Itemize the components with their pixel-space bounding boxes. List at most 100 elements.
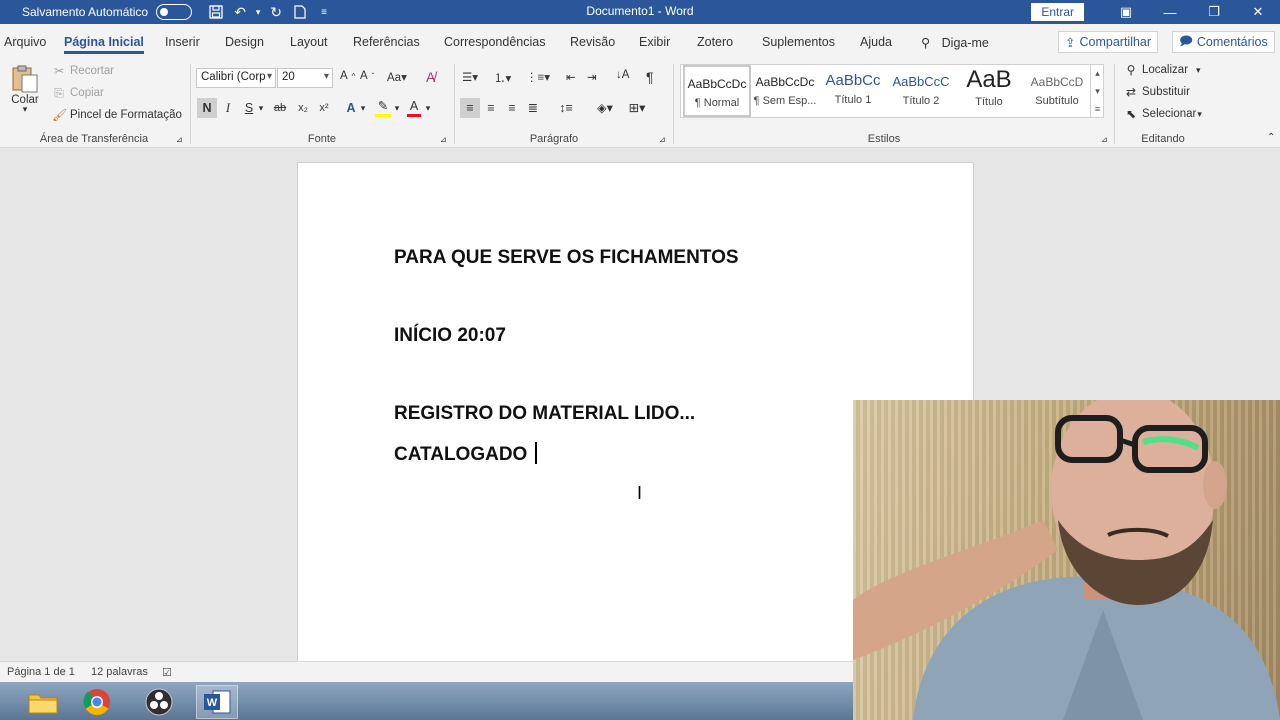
search-icon: ⚲ — [1126, 63, 1136, 77]
line-spacing-icon[interactable]: ↕≡ — [553, 98, 579, 118]
restore-icon[interactable]: ❐ — [1192, 0, 1236, 24]
numbering-icon[interactable]: ⒈▾ — [494, 70, 511, 86]
chrome-icon[interactable] — [76, 685, 118, 719]
find-button[interactable]: ⚲ Localizar ▾ — [1124, 63, 1201, 77]
style-sample: AaB — [966, 66, 1012, 93]
font-color-icon[interactable]: A — [404, 98, 424, 118]
doc-line-catalog: CATALOGADO — [394, 442, 537, 466]
tell-me-search[interactable]: ⚲ Diga-me — [921, 35, 989, 50]
file-explorer-icon[interactable] — [22, 685, 64, 719]
autosave-toggle[interactable] — [156, 4, 193, 20]
replace-button[interactable]: ⇄ Substituir — [1124, 85, 1190, 99]
tab-ajuda[interactable]: Ajuda — [860, 35, 892, 49]
proofing-icon[interactable]: ☑ — [162, 666, 172, 679]
decrease-indent-icon[interactable]: ⇤ — [566, 70, 576, 84]
style-no-spacing[interactable]: AaBbCcDc ¶ Sem Esp... — [751, 65, 819, 117]
style-subtitle[interactable]: AaBbCcD Subtítulo — [1023, 65, 1091, 117]
tab-referencias[interactable]: Referências — [353, 35, 420, 49]
undo-icon[interactable]: ↶ — [230, 2, 250, 22]
obs-icon[interactable] — [138, 685, 180, 719]
more-styles-icon[interactable]: ≡ — [1095, 104, 1100, 114]
ribbon-display-options-icon[interactable]: ▣ — [1104, 0, 1148, 24]
cut-label: Recortar — [70, 65, 115, 77]
separator — [454, 64, 455, 144]
strikethrough-button[interactable]: ab — [270, 98, 290, 118]
tab-design[interactable]: Design — [225, 35, 264, 49]
bullets-icon[interactable]: ☰▾ — [462, 70, 478, 84]
word-icon[interactable]: W — [196, 685, 238, 719]
copy-button[interactable]: ⎘ Copiar — [52, 86, 104, 100]
scissors-icon: ✂ — [53, 64, 65, 78]
style-title[interactable]: AaB Título — [955, 65, 1023, 117]
shrink-font-icon[interactable]: Aˇ — [360, 70, 374, 82]
tab-zotero[interactable]: Zotero — [697, 35, 733, 49]
shading-icon[interactable]: ◈▾ — [592, 98, 618, 118]
align-right-icon[interactable]: ≡ — [502, 98, 522, 118]
highlight-color-icon[interactable]: ✎ — [373, 98, 393, 118]
format-painter-button[interactable]: 🖌 Pincel de Formatação — [52, 108, 182, 122]
style-normal[interactable]: AaBbCcDc ¶ Normal — [683, 65, 751, 117]
chevron-up-icon[interactable]: ▴ — [1095, 68, 1100, 79]
new-document-icon[interactable] — [290, 2, 310, 22]
sort-icon[interactable]: ↓A — [616, 69, 629, 81]
minimize-icon[interactable]: — — [1148, 0, 1192, 24]
style-heading-1[interactable]: AaBbCc Título 1 — [819, 65, 887, 117]
style-name: ¶ Normal — [694, 97, 740, 109]
word-count[interactable]: 12 palavras — [91, 666, 148, 678]
style-heading-2[interactable]: AaBbCcC Título 2 — [887, 65, 955, 117]
underline-dropdown-icon[interactable]: ▾ — [256, 98, 266, 118]
paragraph-launcher-icon[interactable]: ⊿ — [659, 135, 666, 144]
undo-dropdown-icon[interactable]: ▾ — [254, 2, 262, 22]
clear-formatting-icon[interactable]: A̸ — [426, 69, 435, 85]
highlight-dropdown-icon[interactable]: ▾ — [392, 98, 402, 118]
italic-button[interactable]: I — [218, 98, 238, 118]
styles-launcher-icon[interactable]: ⊿ — [1101, 135, 1108, 144]
borders-icon[interactable]: ⊞▾ — [624, 98, 650, 118]
bold-button[interactable]: N — [197, 98, 217, 118]
subscript-icon[interactable]: x₂ — [293, 98, 313, 118]
tab-layout[interactable]: Layout — [290, 35, 328, 49]
tab-exibir[interactable]: Exibir — [639, 35, 670, 49]
quick-access-toolbar: ↶ ▾ ↻ ≡ — [206, 2, 334, 22]
select-button[interactable]: ⬉ Selecionar ▾ — [1124, 107, 1202, 121]
text-effects-dropdown-icon[interactable]: ▾ — [358, 98, 368, 118]
align-left-icon[interactable]: ≡ — [460, 98, 480, 118]
clipboard-launcher-icon[interactable]: ⊿ — [176, 135, 183, 144]
page-count[interactable]: Página 1 de 1 — [7, 666, 75, 678]
close-icon[interactable]: ✕ — [1236, 0, 1280, 24]
sign-in-button[interactable]: Entrar — [1031, 3, 1084, 21]
font-launcher-icon[interactable]: ⊿ — [440, 135, 447, 144]
change-case-icon[interactable]: Aa▾ — [387, 70, 407, 84]
superscript-icon[interactable]: x² — [314, 98, 334, 118]
cut-button[interactable]: ✂ Recortar — [52, 64, 114, 78]
tab-inserir[interactable]: Inserir — [165, 35, 200, 49]
ribbon-home: Colar ▾ ✂ Recortar ⎘ Copiar 🖌 Pincel de … — [0, 60, 1280, 148]
styles-scroll[interactable]: ▴ ▾ ≡ — [1090, 64, 1104, 118]
save-icon[interactable] — [206, 2, 226, 22]
doc-line-record: REGISTRO DO MATERIAL LIDO... — [394, 403, 696, 424]
tab-arquivo[interactable]: Arquivo — [4, 35, 46, 49]
tab-suplementos[interactable]: Suplementos — [762, 35, 835, 49]
paste-button[interactable]: Colar ▾ — [10, 64, 40, 115]
tab-correspondencias[interactable]: Correspondências — [444, 35, 545, 49]
justify-icon[interactable]: ≣ — [523, 98, 543, 118]
comments-button[interactable]: 🗩 Comentários — [1172, 31, 1275, 53]
multilevel-list-icon[interactable]: ⋮≡▾ — [526, 70, 550, 84]
separator — [1114, 64, 1115, 144]
font-color-dropdown-icon[interactable]: ▾ — [423, 98, 433, 118]
share-button[interactable]: ⇪ Compartilhar — [1058, 31, 1159, 53]
editing-group-label: Editando — [1141, 133, 1185, 145]
style-sample: AaBbCcD — [1030, 75, 1084, 89]
align-center-icon[interactable]: ≡ — [481, 98, 501, 118]
show-formatting-marks-icon[interactable]: ¶ — [646, 69, 654, 85]
redo-icon[interactable]: ↻ — [266, 2, 286, 22]
font-size-select[interactable]: 20 — [277, 68, 333, 88]
tab-pagina-inicial[interactable]: Página Inicial — [64, 35, 144, 54]
tab-revisao[interactable]: Revisão — [570, 35, 615, 49]
font-family-select[interactable]: Calibri (Corp — [196, 68, 276, 88]
chevron-down-icon[interactable]: ▾ — [1095, 86, 1100, 97]
collapse-ribbon-icon[interactable]: ⌃ — [1267, 132, 1275, 143]
customize-toolbar-icon[interactable]: ≡ — [314, 2, 334, 22]
grow-font-icon[interactable]: A ^ — [340, 70, 355, 82]
increase-indent-icon[interactable]: ⇥ — [587, 70, 597, 84]
